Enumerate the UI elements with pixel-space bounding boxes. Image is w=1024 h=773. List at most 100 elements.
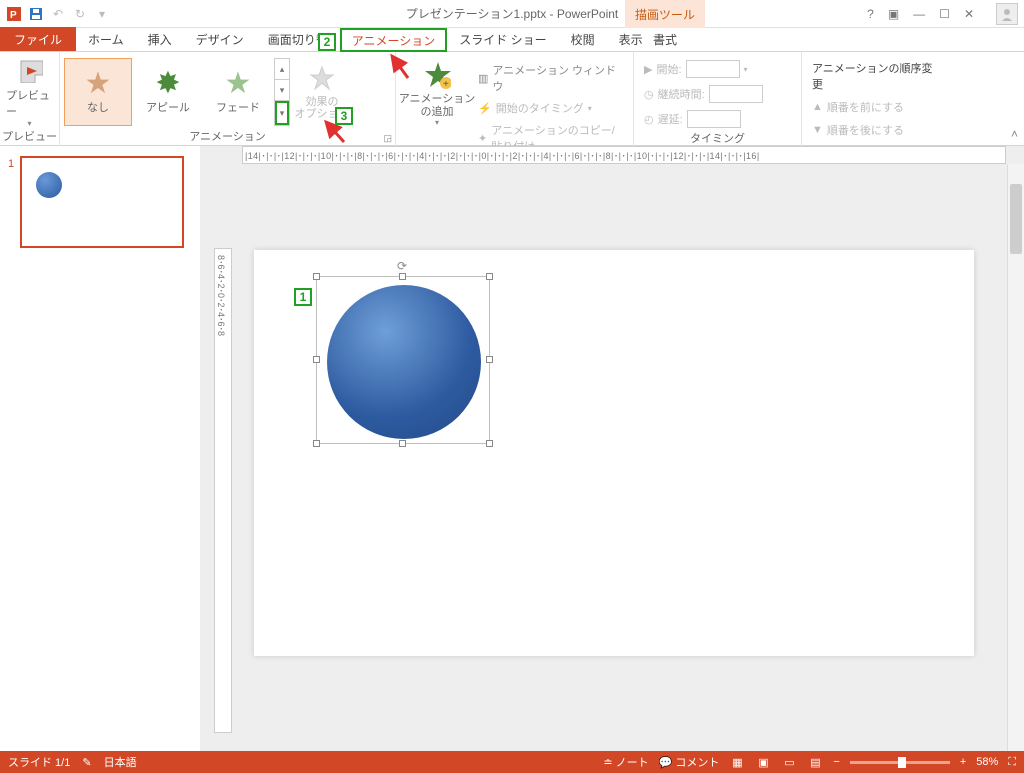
title-bar: P ↶ ↻ ▾ プレゼンテーション1.pptx - PowerPoint 描画ツ…	[0, 0, 1024, 28]
tab-format[interactable]: 書式	[625, 27, 705, 51]
tab-file[interactable]: ファイル	[0, 27, 76, 51]
view-slideshow-icon[interactable]: ▤	[807, 756, 823, 769]
tab-home[interactable]: ホーム	[76, 27, 136, 51]
ribbon-tabs: ファイル ホーム 挿入 デザイン 画面切り替 アニメーション スライド ショー …	[0, 28, 1024, 52]
add-animation-icon: +	[423, 61, 451, 89]
dialog-launcher-icon[interactable]: ◲	[383, 133, 392, 144]
fit-window-icon[interactable]: ⛶	[1008, 756, 1016, 769]
status-slide-number: スライド 1/1	[8, 754, 70, 770]
ribbon: プレビュー ▾ プレビュー ★ なし ✸ アピール ★ フェード ▴ ▾ ▾	[0, 52, 1024, 146]
thumb-number: 1	[8, 158, 14, 170]
ribbon-options-icon[interactable]: ▣	[888, 7, 899, 21]
handle-nw[interactable]	[313, 273, 320, 280]
zoom-in-button[interactable]: +	[960, 756, 966, 768]
workspace: 1 |14|･|･|･|12|･|･|･|10|･|･|･|8|･|･|･|6|…	[0, 146, 1024, 751]
handle-ne[interactable]	[486, 273, 493, 280]
spellcheck-icon[interactable]: ✎	[82, 756, 91, 769]
animation-pane-button[interactable]: ▥アニメーション ウィンドウ	[474, 60, 627, 96]
quick-access-toolbar: P ↶ ↻ ▾	[0, 4, 112, 24]
contextual-tab-drawing-tools: 描画ツール	[625, 0, 705, 28]
gallery-more-button[interactable]: ▾	[275, 101, 289, 125]
redo-icon[interactable]: ↻	[70, 4, 90, 24]
anim-fade-label: フェード	[216, 99, 260, 115]
comments-button[interactable]: 💬 コメント	[659, 754, 720, 770]
zoom-out-button[interactable]: −	[833, 756, 839, 768]
group-label-preview: プレビュー	[0, 128, 59, 147]
up-icon: ▲	[812, 101, 823, 113]
horizontal-ruler: |14|･|･|･|12|･|･|･|10|･|･|･|8|･|･|･|6|･|…	[242, 146, 1006, 164]
view-sorter-icon[interactable]: ▣	[755, 756, 771, 769]
shape-selection-box[interactable]: ⟳	[316, 276, 490, 444]
anim-none-label: なし	[87, 99, 109, 115]
scrollbar-thumb[interactable]	[1010, 184, 1022, 254]
group-timing: ▶開始:▾ ◷継続時間: ◴遅延: タイミング	[634, 52, 802, 146]
tab-insert[interactable]: 挿入	[136, 27, 184, 51]
handle-n[interactable]	[399, 273, 406, 280]
thumb-shape-circle	[36, 172, 62, 198]
notes-button[interactable]: ≐ ノート	[603, 754, 648, 770]
zoom-percent[interactable]: 58%	[976, 756, 998, 768]
gallery-spinner: ▴ ▾ ▾	[274, 58, 290, 126]
minimize-icon[interactable]: —	[913, 7, 925, 21]
callout-3: 3	[335, 107, 353, 125]
zoom-slider[interactable]	[850, 761, 950, 764]
preview-button[interactable]: プレビュー ▾	[6, 56, 53, 128]
down-icon: ▼	[812, 124, 823, 136]
anim-fade[interactable]: ★ フェード	[204, 58, 272, 126]
collapse-ribbon-icon[interactable]: ˄	[1011, 127, 1018, 141]
tab-animations[interactable]: アニメーション	[340, 28, 448, 52]
repeat-icon[interactable]: ▾	[92, 4, 112, 24]
handle-s[interactable]	[399, 440, 406, 447]
timing-delay-row: ◴遅延:	[640, 108, 745, 130]
painter-icon: ✦	[478, 132, 487, 145]
effect-options-icon	[308, 64, 336, 92]
timing-duration-row: ◷継続時間:	[640, 83, 767, 105]
preview-label: プレビュー	[6, 87, 53, 119]
undo-icon[interactable]: ↶	[48, 4, 68, 24]
tab-design[interactable]: デザイン	[184, 27, 256, 51]
handle-sw[interactable]	[313, 440, 320, 447]
zoom-knob[interactable]	[898, 757, 906, 768]
timing-start-row: ▶開始:▾	[640, 58, 752, 80]
anim-none[interactable]: ★ なし	[64, 58, 132, 126]
handle-se[interactable]	[486, 440, 493, 447]
anim-appear[interactable]: ✸ アピール	[134, 58, 202, 126]
gallery-up-button[interactable]: ▴	[275, 59, 289, 80]
group-preview: プレビュー ▾ プレビュー	[0, 52, 60, 146]
gallery-down-button[interactable]: ▾	[275, 80, 289, 101]
svg-text:P: P	[10, 10, 17, 21]
pane-icon: ▥	[478, 72, 488, 85]
move-later-button: ▼順番を後にする	[808, 120, 908, 140]
slide-thumbnail-1[interactable]: 1	[20, 156, 184, 248]
status-language[interactable]: 日本語	[104, 754, 137, 770]
view-normal-icon[interactable]: ▦	[729, 756, 745, 769]
save-icon[interactable]	[26, 4, 46, 24]
callout-2: 2	[318, 33, 336, 51]
rotate-handle-icon[interactable]: ⟳	[397, 259, 409, 271]
delay-icon: ◴	[644, 113, 654, 126]
maximize-icon[interactable]: ☐	[939, 7, 950, 21]
trigger-button: ⚡開始のタイミング▾	[474, 98, 627, 118]
callout-1: 1	[294, 288, 312, 306]
shape-circle[interactable]	[327, 285, 481, 439]
reorder-title: アニメーションの順序変更	[808, 58, 946, 94]
tab-review[interactable]: 校閲	[559, 27, 607, 51]
handle-e[interactable]	[486, 356, 493, 363]
vertical-scrollbar[interactable]	[1007, 164, 1024, 751]
status-bar: スライド 1/1 ✎ 日本語 ≐ ノート 💬 コメント ▦ ▣ ▭ ▤ − + …	[0, 751, 1024, 773]
tab-slideshow[interactable]: スライド ショー	[447, 27, 558, 51]
slide-editor: |14|･|･|･|12|･|･|･|10|･|･|･|8|･|･|･|6|･|…	[200, 146, 1024, 751]
delay-field	[687, 110, 741, 128]
app-icon: P	[4, 4, 24, 24]
account-avatar[interactable]	[996, 3, 1018, 25]
arrow-to-tab-icon	[388, 52, 414, 80]
help-icon[interactable]: ?	[867, 7, 874, 21]
slide-thumbnail-pane: 1	[0, 146, 200, 751]
anim-appear-label: アピール	[146, 99, 190, 115]
slide-canvas[interactable]: ⟳ 1	[254, 250, 974, 656]
star-fade-icon: ★	[225, 69, 252, 99]
view-reading-icon[interactable]: ▭	[781, 756, 797, 769]
handle-w[interactable]	[313, 356, 320, 363]
star-appear-icon: ✸	[155, 69, 180, 99]
close-icon[interactable]: ✕	[964, 7, 974, 21]
